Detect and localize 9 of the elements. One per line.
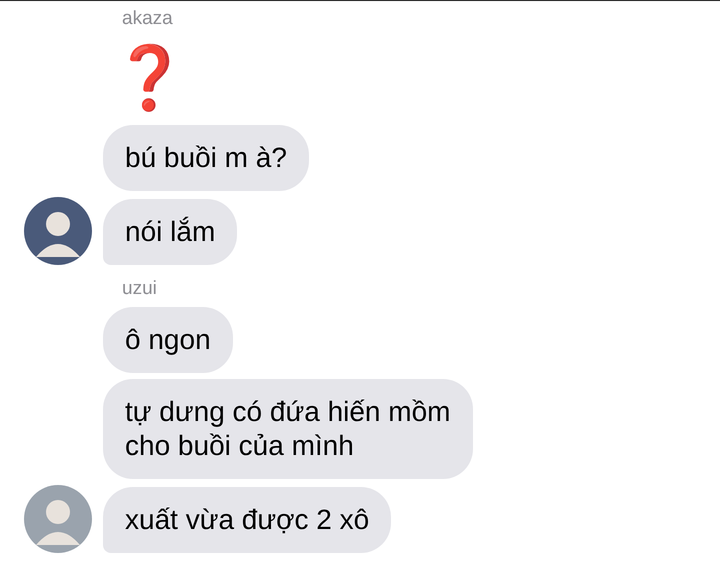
sender-name: akaza	[122, 7, 173, 31]
message-bubble: xuất vừa được 2 xô	[103, 487, 392, 553]
sender-name: uzui	[122, 277, 157, 301]
message-bubble: ô ngon	[103, 307, 233, 373]
message-bubble: nói lắm	[103, 199, 238, 265]
avatar[interactable]	[24, 197, 92, 265]
message-bubble: bú buồi m à?	[103, 125, 309, 191]
question-mark-emoji: ❓	[111, 40, 188, 116]
message-bubble: tự dưng có đứa hiến mồm cho buồi của mình	[103, 379, 472, 479]
